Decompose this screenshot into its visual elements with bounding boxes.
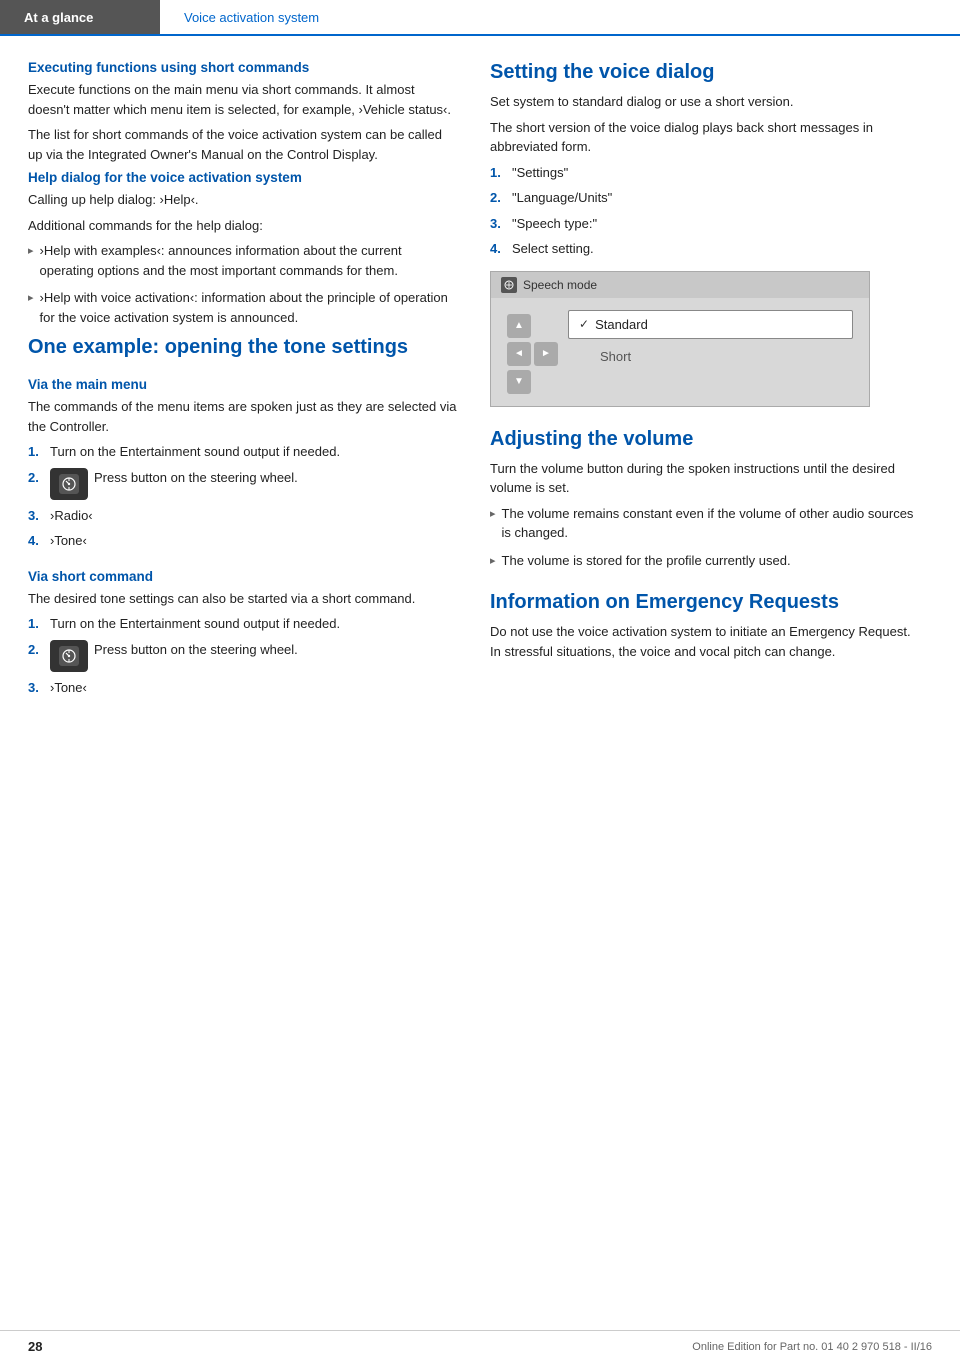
help-dialog-bullets: ▸ ›Help with examples‹: announces inform…	[28, 241, 458, 327]
emergency-requests-para: Do not use the voice activation system t…	[490, 622, 920, 661]
nav-controls: ▲ ◄ ► ▼	[507, 314, 558, 394]
nav-up-icon: ▲	[507, 314, 531, 338]
footer-copyright: Online Edition for Part no. 01 40 2 970 …	[692, 1341, 932, 1353]
nav-down-icon: ▼	[507, 370, 531, 394]
short-command-step-2: 2. Press button on the steering wheel.	[28, 640, 458, 672]
speech-mode-title-bar: Speech mode	[491, 272, 869, 298]
voice-dialog-para2: The short version of the voice dialog pl…	[490, 118, 920, 157]
executing-functions-title: Executing functions using short commands	[28, 60, 458, 75]
bullet-arrow-icon: ▸	[28, 290, 34, 307]
checkmark-icon: ✓	[579, 317, 589, 331]
speech-mode-body: ▲ ◄ ► ▼ ✓ Standard	[491, 298, 869, 406]
volume-bullet-2: ▸ The volume is stored for the profile c…	[490, 551, 920, 571]
executing-functions-para2: The list for short commands of the voice…	[28, 125, 458, 164]
help-dialog-para1: Calling up help dialog: ›Help‹.	[28, 190, 458, 210]
bullet-item-2: ▸ ›Help with voice activation‹: informat…	[28, 288, 458, 327]
volume-bullet-1: ▸ The volume remains constant even if th…	[490, 504, 920, 543]
nav-left-icon: ◄	[507, 342, 531, 366]
section-adjusting-volume: Adjusting the volume Turn the volume but…	[490, 427, 920, 571]
short-command-steps: 1. Turn on the Entertainment sound outpu…	[28, 614, 458, 697]
voice-dialog-step-2: 2. "Language/Units"	[490, 188, 920, 208]
main-menu-steps: 1. Turn on the Entertainment sound outpu…	[28, 442, 458, 551]
voice-dialog-step-4: 4. Select setting.	[490, 239, 920, 259]
right-column: Setting the voice dialog Set system to s…	[490, 60, 920, 703]
volume-bullets: ▸ The volume remains constant even if th…	[490, 504, 920, 571]
bullet-arrow-icon: ▸	[490, 553, 496, 570]
page-number: 28	[28, 1339, 42, 1354]
executing-functions-para1: Execute functions on the main menu via s…	[28, 80, 458, 119]
voice-dialog-title: Setting the voice dialog	[490, 60, 920, 84]
section-executing-functions: Executing functions using short commands…	[28, 60, 458, 164]
page-footer: 28 Online Edition for Part no. 01 40 2 9…	[0, 1330, 960, 1362]
speech-mode-short: Short	[568, 343, 853, 370]
section-emergency-requests: Information on Emergency Requests Do not…	[490, 590, 920, 661]
main-menu-step-2: 2. Press button on the steering wheel.	[28, 468, 458, 500]
main-menu-step-1: 1. Turn on the Entertainment sound outpu…	[28, 442, 458, 462]
via-main-menu-para: The commands of the menu items are spoke…	[28, 397, 458, 436]
adjusting-volume-title: Adjusting the volume	[490, 427, 920, 451]
steering-wheel-button-icon	[50, 468, 88, 500]
via-short-command-title: Via short command	[28, 569, 458, 584]
section-one-example: One example: opening the tone settings V…	[28, 335, 458, 697]
nav-lr-row: ◄ ►	[507, 342, 558, 366]
speech-mode-screenshot: Speech mode ▲ ◄ ► ▼	[490, 271, 870, 407]
voice-dialog-step-1: 1. "Settings"	[490, 163, 920, 183]
speech-mode-items: ✓ Standard Short	[568, 306, 853, 374]
page-header: At a glance Voice activation system	[0, 0, 960, 36]
main-content: Executing functions using short commands…	[0, 36, 960, 723]
speech-mode-standard: ✓ Standard	[568, 310, 853, 339]
speech-mode-icon	[501, 277, 517, 293]
help-dialog-title: Help dialog for the voice activation sys…	[28, 170, 458, 185]
emergency-requests-title: Information on Emergency Requests	[490, 590, 920, 614]
section-help-dialog: Help dialog for the voice activation sys…	[28, 170, 458, 327]
main-menu-step-4: 4. ›Tone‹	[28, 531, 458, 551]
one-example-title: One example: opening the tone settings	[28, 335, 458, 359]
bullet-arrow-icon: ▸	[28, 243, 34, 260]
help-dialog-para2: Additional commands for the help dialog:	[28, 216, 458, 236]
via-short-command-para: The desired tone settings can also be st…	[28, 589, 458, 609]
via-main-menu-title: Via the main menu	[28, 377, 458, 392]
bullet-arrow-icon: ▸	[490, 506, 496, 523]
short-command-step-1: 1. Turn on the Entertainment sound outpu…	[28, 614, 458, 634]
left-column: Executing functions using short commands…	[28, 60, 458, 703]
bullet-item-1: ▸ ›Help with examples‹: announces inform…	[28, 241, 458, 280]
nav-right-icon: ►	[534, 342, 558, 366]
voice-dialog-step-3: 3. "Speech type:"	[490, 214, 920, 234]
voice-dialog-para1: Set system to standard dialog or use a s…	[490, 92, 920, 112]
section-voice-dialog: Setting the voice dialog Set system to s…	[490, 60, 920, 407]
steering-wheel-button-icon-2	[50, 640, 88, 672]
adjusting-volume-para: Turn the volume button during the spoken…	[490, 459, 920, 498]
voice-dialog-steps: 1. "Settings" 2. "Language/Units" 3. "Sp…	[490, 163, 920, 259]
header-chapter: At a glance	[0, 0, 160, 34]
main-menu-step-3: 3. ›Radio‹	[28, 506, 458, 526]
header-section: Voice activation system	[160, 0, 343, 34]
short-command-step-3: 3. ›Tone‹	[28, 678, 458, 698]
